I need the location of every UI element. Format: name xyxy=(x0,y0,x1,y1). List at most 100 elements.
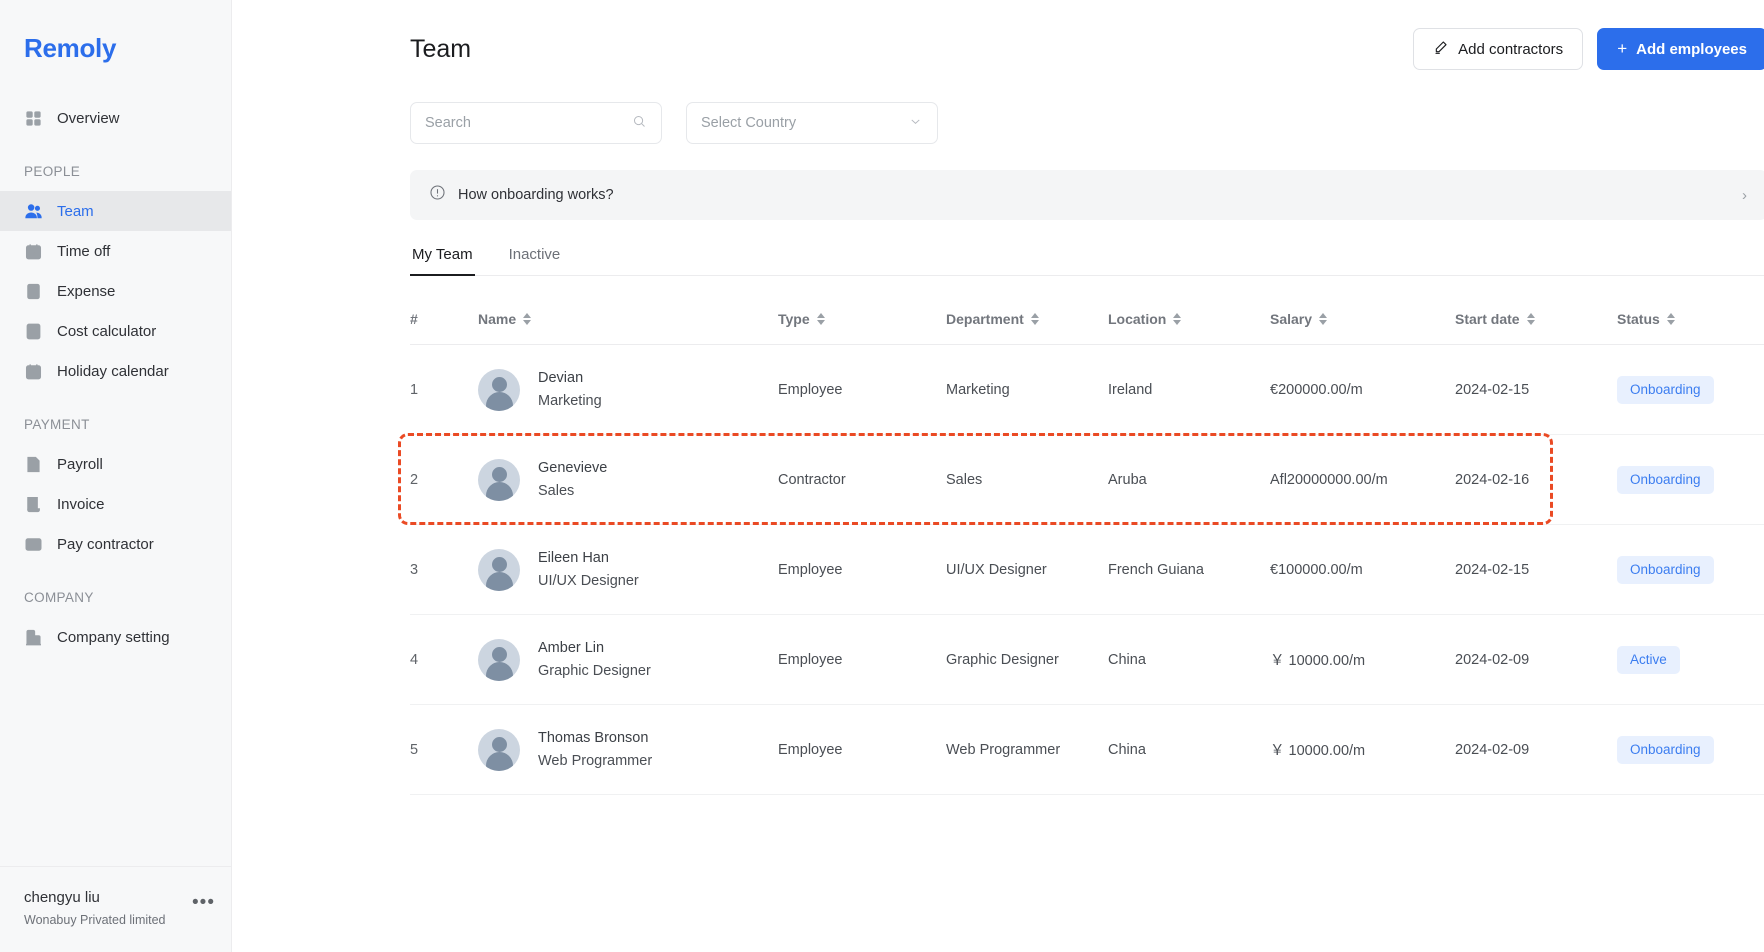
cell-type: Employee xyxy=(778,524,946,615)
chevron-right-icon[interactable]: › xyxy=(1742,187,1747,204)
column-header-status[interactable]: Status xyxy=(1617,276,1764,345)
column-header-label: # xyxy=(410,311,418,327)
tab-inactive[interactable]: Inactive xyxy=(507,246,563,276)
table-header-row: # Name Type Department Location Salary Start d… xyxy=(410,276,1764,345)
add-contractors-button[interactable]: Add contractors xyxy=(1413,28,1584,70)
sort-icon[interactable] xyxy=(1526,313,1535,325)
column-header-name[interactable]: Name xyxy=(478,276,778,345)
sort-icon[interactable] xyxy=(1666,313,1675,325)
cell-department: Marketing xyxy=(946,344,1108,435)
document-list-icon xyxy=(24,455,43,474)
sort-icon[interactable] xyxy=(816,313,825,325)
sidebar-item-label: Payroll xyxy=(57,455,103,473)
sidebar-item-expense[interactable]: Expense xyxy=(0,271,231,311)
cell-status: Onboarding xyxy=(1617,704,1764,795)
team-table: # Name Type Department Location Salary Start d… xyxy=(410,276,1764,795)
table-head: # Name Type Department Location Salary Start d… xyxy=(410,276,1764,345)
sidebar-footer[interactable]: chengyu liu Wonabuy Privated limited ••• xyxy=(0,866,231,952)
sidebar-item-label: Holiday calendar xyxy=(57,362,169,380)
cell-location: China xyxy=(1108,704,1270,795)
person-name: Amber Lin xyxy=(538,640,605,657)
column-header-location[interactable]: Location xyxy=(1108,276,1270,345)
sort-icon[interactable] xyxy=(523,313,532,325)
cell-department: Web Programmer xyxy=(946,704,1108,795)
sidebar-item-label: Cost calculator xyxy=(57,322,157,340)
search-placeholder: Search xyxy=(425,115,471,131)
sidebar-item-company-setting[interactable]: Company setting xyxy=(0,617,231,657)
onboarding-info-banner[interactable]: How onboarding works? › xyxy=(410,170,1764,220)
sidebar-item-label: Team xyxy=(57,202,94,220)
add-employees-button[interactable]: + Add employees xyxy=(1597,28,1764,70)
table-row[interactable]: 5 Thomas Bronson Web Programmer Employee Web… xyxy=(410,704,1764,795)
person-role: Sales xyxy=(538,482,575,499)
sidebar-item-time-off[interactable]: Time off xyxy=(0,231,231,271)
cell-salary: ￥ 10000.00/m xyxy=(1270,704,1455,795)
table-body: 1 Devian Marketing Employee Marketing Ireland… xyxy=(410,344,1764,795)
cell-department: Graphic Designer xyxy=(946,614,1108,705)
person-role: Web Programmer xyxy=(538,752,653,769)
table-row[interactable]: 1 Devian Marketing Employee Marketing Ireland… xyxy=(410,344,1764,435)
people-icon xyxy=(24,202,43,221)
sidebar-item-team[interactable]: Team xyxy=(0,191,231,231)
person-role: Graphic Designer xyxy=(538,662,651,679)
banner-text: How onboarding works? xyxy=(458,187,614,203)
tab-my-team[interactable]: My Team xyxy=(410,246,475,276)
status-badge: Onboarding xyxy=(1617,555,1714,584)
sidebar: Remoly Overview PEOPLE Team Time off Expens… xyxy=(0,0,232,952)
page-header: Team Add contractors + Add employees xyxy=(232,0,1764,70)
cell-status: Onboarding xyxy=(1617,524,1764,615)
person-name: Eileen Han xyxy=(538,550,609,567)
sort-icon[interactable] xyxy=(1173,313,1182,325)
sort-icon[interactable] xyxy=(1319,313,1328,325)
person-name: Genevieve xyxy=(538,460,608,477)
column-header-type[interactable]: Type xyxy=(778,276,946,345)
status-badge: Onboarding xyxy=(1617,465,1714,494)
cell-department: UI/UX Designer xyxy=(946,524,1108,615)
cell-index: 5 xyxy=(410,704,478,795)
sidebar-item-label: Time off xyxy=(57,242,111,260)
avatar xyxy=(478,728,520,771)
sidebar-item-overview[interactable]: Overview xyxy=(0,98,231,138)
column-header-label: Location xyxy=(1108,311,1167,327)
sidebar-item-holiday-calendar[interactable]: Holiday calendar xyxy=(0,351,231,391)
person-role: UI/UX Designer xyxy=(538,572,639,589)
sidebar-group-label-people: PEOPLE xyxy=(24,164,81,179)
sort-icon[interactable] xyxy=(1030,313,1039,325)
country-select[interactable]: Select Country xyxy=(686,102,938,144)
table-row[interactable]: 3 Eileen Han UI/UX Designer Employee UI/UX D… xyxy=(410,524,1764,615)
app-root: Remoly Overview PEOPLE Team Time off Expens… xyxy=(0,0,1764,952)
cell-department: Sales xyxy=(946,434,1108,525)
grid-icon xyxy=(24,109,43,128)
sidebar-top-items: Overview xyxy=(0,98,231,138)
column-header-salary[interactable]: Salary xyxy=(1270,276,1455,345)
column-header-label: Department xyxy=(946,311,1024,327)
column-header-label: Name xyxy=(478,311,517,327)
add-contractors-label: Add contractors xyxy=(1458,40,1564,58)
table-row[interactable]: 2 Genevieve Sales Contractor Sales Aruba Afl20… xyxy=(410,434,1764,525)
sidebar-item-invoice[interactable]: Invoice xyxy=(0,484,231,524)
receipt-icon xyxy=(24,282,43,301)
table-row[interactable]: 4 Amber Lin Graphic Designer Employee Graphi… xyxy=(410,614,1764,705)
sidebar-item-label: Expense xyxy=(57,282,116,300)
person-role: Marketing xyxy=(538,392,602,409)
content-area: Search Select Country How onboarding wor… xyxy=(232,102,1764,795)
search-icon xyxy=(632,114,647,133)
cell-start-date: 2024-02-09 xyxy=(1455,704,1617,795)
sidebar-item-cost-calculator[interactable]: Cost calculator xyxy=(0,311,231,351)
brand-logo[interactable]: Remoly xyxy=(0,0,231,64)
sidebar-item-payroll[interactable]: Payroll xyxy=(0,444,231,484)
search-input[interactable]: Search xyxy=(410,102,662,144)
sidebar-nav: Overview PEOPLE Team Time off Expense Cost c… xyxy=(0,98,231,866)
cell-status: Onboarding xyxy=(1617,344,1764,435)
cell-salary: ￥ 10000.00/m xyxy=(1270,614,1455,705)
cell-location: French Guiana xyxy=(1108,524,1270,615)
cell-location: China xyxy=(1108,614,1270,705)
sidebar-item-pay-contractor[interactable]: Pay contractor xyxy=(0,524,231,564)
user-name: chengyu liu xyxy=(24,889,100,906)
plus-icon: + xyxy=(1617,39,1628,58)
calculator-icon xyxy=(24,322,43,341)
status-badge: Onboarding xyxy=(1617,375,1714,404)
more-options-icon[interactable]: ••• xyxy=(192,893,215,912)
column-header-department[interactable]: Department xyxy=(946,276,1108,345)
column-header-start-date[interactable]: Start date xyxy=(1455,276,1617,345)
